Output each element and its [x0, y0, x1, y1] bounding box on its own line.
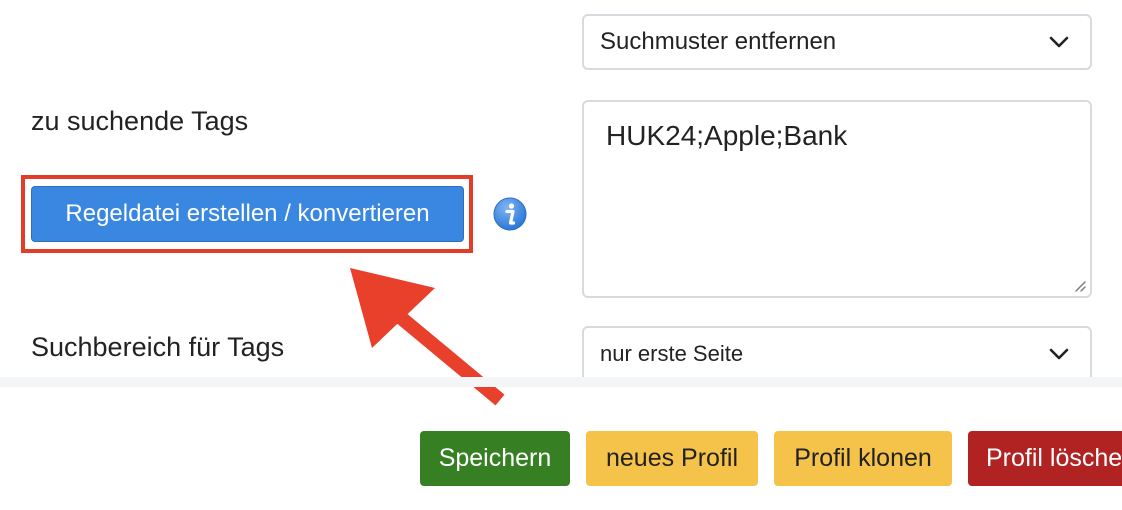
search-area-select-value: nur erste Seite — [600, 341, 744, 366]
delete-profile-button[interactable]: Profil lösche — [968, 431, 1122, 486]
tags-label: zu suchende Tags — [31, 106, 249, 136]
save-button[interactable]: Speichern — [420, 431, 570, 486]
info-icon[interactable] — [492, 196, 528, 232]
resize-grip-icon[interactable] — [1072, 278, 1086, 292]
tags-textarea-value: HUK24;Apple;Bank — [606, 120, 848, 151]
pattern-action-select[interactable]: Suchmuster entfernen — [582, 14, 1092, 70]
new-profile-button[interactable]: neues Profil — [586, 431, 758, 486]
footer-divider — [0, 377, 1122, 387]
clone-profile-button[interactable]: Profil klonen — [774, 431, 952, 486]
tags-textarea[interactable]: HUK24;Apple;Bank — [582, 100, 1092, 298]
search-area-label: Suchbereich für Tags — [31, 332, 285, 362]
create-rules-file-button[interactable]: Regeldatei erstellen / konvertieren — [31, 186, 464, 242]
pattern-action-select-value: Suchmuster entfernen — [600, 28, 837, 55]
search-area-select[interactable]: nur erste Seite — [582, 326, 1092, 382]
chevron-down-icon — [1048, 31, 1070, 53]
profile-settings-page: Suchmuster entfernen zu suchende Tags HU… — [0, 0, 1122, 510]
chevron-down-icon — [1048, 343, 1070, 365]
